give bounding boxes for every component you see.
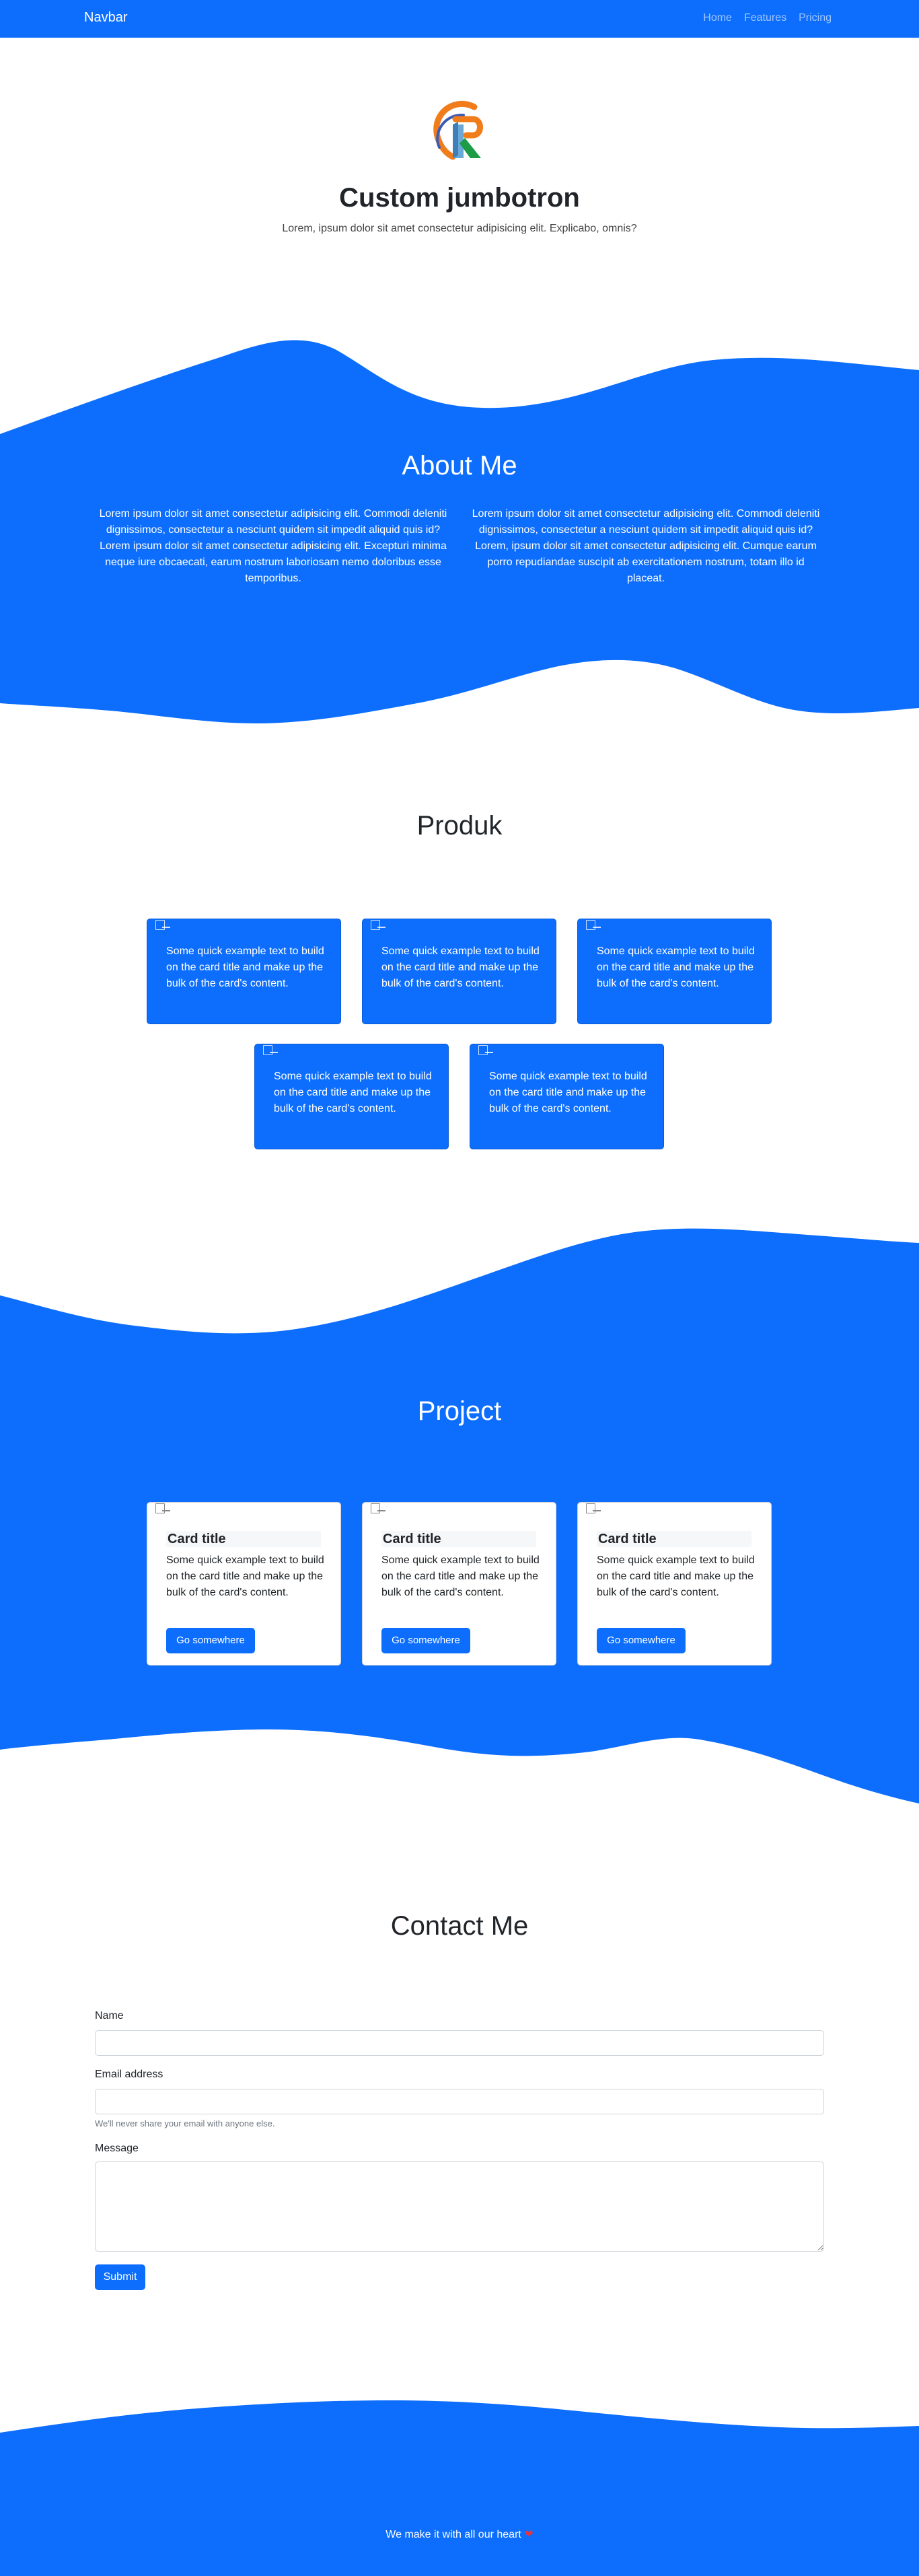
card-text: Some quick example text to build on the …	[166, 945, 324, 989]
produk-title: Produk	[416, 811, 503, 840]
about-text-right: Lorem ipsum dolor sit amet consectetur a…	[472, 508, 820, 584]
project-card: Card title Some quick example text to bu…	[147, 1502, 341, 1666]
go-somewhere-button[interactable]: Go somewhere	[597, 1628, 686, 1653]
nav-links: Home Features Pricing	[703, 12, 832, 24]
name-label: Name	[95, 2010, 124, 2022]
nav-link-features[interactable]: Features	[744, 12, 786, 24]
broken-image-icon	[586, 1503, 601, 1513]
project-card: Card title Some quick example text to bu…	[577, 1502, 772, 1666]
card-text: Some quick example text to build on the …	[381, 1554, 540, 1598]
project-title: Project	[417, 1396, 502, 1426]
produk-card: Some quick example text to build on the …	[254, 1044, 449, 1149]
card-title: Card title	[597, 1531, 751, 1547]
footer-message: We make it with all our heart	[385, 2529, 521, 2540]
navbar: Navbar Home Features Pricing	[0, 0, 919, 38]
go-somewhere-button[interactable]: Go somewhere	[166, 1628, 255, 1653]
broken-image-icon	[586, 919, 601, 930]
footer-background-wave	[0, 2400, 919, 2576]
navbar-brand[interactable]: Navbar	[84, 10, 127, 26]
produk-card: Some quick example text to build on the …	[577, 919, 772, 1024]
card-title: Card title	[381, 1531, 536, 1547]
about-title: About Me	[402, 451, 517, 480]
logo-icon	[433, 100, 483, 160]
jumbotron-title: Custom jumbotron	[339, 183, 580, 213]
message-textarea[interactable]	[95, 2161, 824, 2252]
produk-card: Some quick example text to build on the …	[362, 919, 556, 1024]
email-input[interactable]	[95, 2089, 824, 2114]
go-somewhere-button[interactable]: Go somewhere	[381, 1628, 470, 1653]
produk-card: Some quick example text to build on the …	[470, 1044, 664, 1149]
nav-link-pricing[interactable]: Pricing	[799, 12, 832, 24]
message-label: Message	[95, 2143, 139, 2154]
broken-image-icon	[371, 919, 385, 930]
contact-title: Contact Me	[390, 1911, 529, 1941]
project-card: Card title Some quick example text to bu…	[362, 1502, 556, 1666]
nav-link-home[interactable]: Home	[703, 12, 732, 24]
footer-text: We make it with all our heart ❤	[0, 2528, 919, 2541]
card-text: Some quick example text to build on the …	[597, 945, 755, 989]
produk-card: Some quick example text to build on the …	[147, 919, 341, 1024]
heart-icon: ❤	[524, 2529, 534, 2540]
card-text: Some quick example text to build on the …	[381, 945, 540, 989]
broken-image-icon	[155, 919, 170, 930]
submit-button[interactable]: Submit	[95, 2264, 145, 2290]
about-text-left: Lorem ipsum dolor sit amet consectetur a…	[99, 508, 447, 584]
card-text: Some quick example text to build on the …	[166, 1554, 324, 1598]
email-label: Email address	[95, 2069, 163, 2080]
card-text: Some quick example text to build on the …	[274, 1071, 432, 1114]
card-title: Card title	[166, 1531, 321, 1547]
broken-image-icon	[263, 1044, 278, 1055]
broken-image-icon	[371, 1503, 385, 1513]
broken-image-icon	[478, 1044, 493, 1055]
card-text: Some quick example text to build on the …	[489, 1071, 647, 1114]
jumbotron-lead: Lorem, ipsum dolor sit amet consectetur …	[282, 223, 637, 234]
name-input[interactable]	[95, 2030, 824, 2056]
card-text: Some quick example text to build on the …	[597, 1554, 755, 1598]
broken-image-icon	[155, 1503, 170, 1513]
email-help-text: We'll never share your email with anyone…	[95, 2118, 275, 2128]
